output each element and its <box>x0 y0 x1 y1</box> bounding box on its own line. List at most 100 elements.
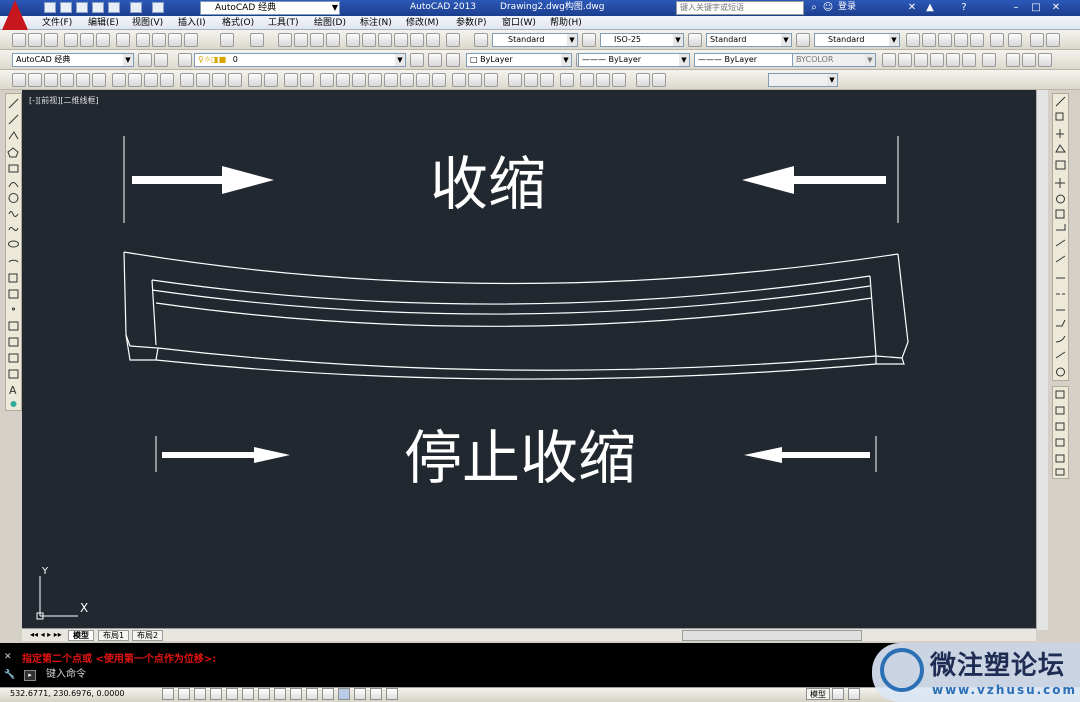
torus-icon[interactable] <box>962 53 976 67</box>
zoom-3d-icon[interactable] <box>1046 33 1060 47</box>
qnew-icon[interactable] <box>12 33 26 47</box>
visual-style-realistic-icon[interactable] <box>352 73 366 87</box>
sphere-solid-icon[interactable] <box>76 73 90 87</box>
flatshot-icon[interactable] <box>300 73 314 87</box>
mirror-icon[interactable] <box>1056 129 1064 138</box>
transparency-icon[interactable] <box>338 688 350 700</box>
print-icon[interactable] <box>108 2 120 13</box>
cylinder-solid-icon[interactable] <box>92 73 106 87</box>
copy-object-icon[interactable] <box>1055 112 1064 121</box>
environment-icon[interactable] <box>484 73 498 87</box>
object-snap-tracking-icon[interactable] <box>274 688 286 700</box>
tool-palettes-icon[interactable] <box>378 33 392 47</box>
send-under-icon[interactable] <box>1055 438 1065 447</box>
menu-window[interactable]: 窗口(W) <box>502 17 536 29</box>
spotlight-icon[interactable] <box>596 73 610 87</box>
ellipse-arc-icon[interactable] <box>8 259 19 263</box>
polysolid-icon[interactable] <box>12 73 26 87</box>
redo-toolbar-icon[interactable] <box>250 33 264 47</box>
selection-cycling-icon[interactable] <box>370 688 382 700</box>
view-top-icon[interactable] <box>906 33 920 47</box>
tab-layout2[interactable]: 布局2 <box>132 630 164 641</box>
arc-icon[interactable] <box>8 182 19 188</box>
explode-icon[interactable] <box>1056 367 1065 377</box>
render-window-icon[interactable] <box>636 73 650 87</box>
rectangle-icon[interactable] <box>8 164 19 173</box>
command-settings-icon[interactable]: 🔧 <box>4 670 15 680</box>
plotstyle-select[interactable]: BYCOLOR ▼ <box>792 53 876 67</box>
block-editor-icon[interactable] <box>184 33 198 47</box>
align-3d-icon[interactable] <box>1038 53 1052 67</box>
layer-previous-icon[interactable] <box>428 53 442 67</box>
subtract-icon[interactable] <box>196 73 210 87</box>
sun-icon[interactable] <box>468 73 482 87</box>
calculator-icon[interactable] <box>426 33 440 47</box>
maximize-icon[interactable]: □ <box>1030 2 1042 14</box>
text-front-icon[interactable] <box>1055 454 1065 463</box>
hatch-back-icon[interactable] <box>1055 468 1065 476</box>
command-close-icon[interactable]: ✕ <box>4 652 12 662</box>
stretch-icon[interactable] <box>1056 224 1066 231</box>
coordinates-readout[interactable]: 532.6771, 230.6976, 0.0000 <box>10 689 125 698</box>
viewport-controls[interactable]: [-][前视][二维线框] <box>29 95 99 106</box>
box-icon[interactable] <box>898 53 912 67</box>
chamfer-icon[interactable] <box>1056 319 1066 327</box>
menu-parametric[interactable]: 参数(P) <box>456 17 486 29</box>
paste-icon[interactable] <box>152 33 166 47</box>
zoom-window-icon[interactable] <box>310 33 324 47</box>
table-style-icon[interactable] <box>688 33 702 47</box>
table-icon[interactable] <box>8 369 19 379</box>
distant-light-icon[interactable] <box>612 73 626 87</box>
trim-icon[interactable] <box>1055 239 1066 247</box>
visual-style-conceptual-icon[interactable] <box>368 73 382 87</box>
bring-front-icon[interactable] <box>1055 390 1065 399</box>
spline-icon[interactable] <box>8 226 19 232</box>
mleader-style-select[interactable]: Standard ▼ <box>814 33 900 47</box>
text-style-select[interactable]: Standard ▼ <box>492 33 578 47</box>
minimize-icon[interactable]: – <box>1010 2 1022 14</box>
open-file-icon[interactable] <box>28 33 42 47</box>
menu-tools[interactable]: 工具(T) <box>268 17 299 29</box>
make-current-layer-icon[interactable] <box>410 53 424 67</box>
menu-modify[interactable]: 修改(M) <box>406 17 439 29</box>
visual-style-hidden-icon[interactable] <box>336 73 350 87</box>
blend-icon[interactable] <box>1055 351 1066 359</box>
markup-icon[interactable] <box>410 33 424 47</box>
layer-select[interactable]: ♀☼◨■ 0 ▼ <box>194 53 406 67</box>
model-space-button[interactable]: 模型 <box>806 688 830 700</box>
vertical-scrollbar[interactable] <box>1036 90 1048 630</box>
revcloud-icon[interactable] <box>8 211 19 217</box>
fillet-edge-icon[interactable] <box>248 73 262 87</box>
erase-icon[interactable] <box>1055 96 1066 107</box>
undo-icon[interactable] <box>130 2 142 13</box>
pan-3d-icon[interactable] <box>1030 33 1044 47</box>
copy-icon[interactable] <box>136 33 150 47</box>
menu-format[interactable]: 格式(O) <box>222 17 254 29</box>
zoom-previous-icon[interactable] <box>326 33 340 47</box>
menu-file[interactable]: 文件(F) <box>42 17 72 29</box>
extrude-icon[interactable] <box>982 53 996 67</box>
saveas-icon[interactable] <box>92 2 104 13</box>
polygon-icon[interactable] <box>7 147 19 158</box>
properties-icon[interactable] <box>346 33 360 47</box>
infer-constraints-icon[interactable] <box>162 688 174 700</box>
preview-icon[interactable] <box>80 33 94 47</box>
undo-toolbar-icon[interactable] <box>220 33 234 47</box>
wedge-icon[interactable] <box>28 73 42 87</box>
quick-view-drawings-icon[interactable] <box>848 688 860 700</box>
save-file-icon[interactable] <box>44 33 58 47</box>
open-icon[interactable] <box>60 2 72 13</box>
workspace-selector[interactable]: AutoCAD 经典 ▼ <box>200 1 340 15</box>
construction-line-icon[interactable] <box>8 114 19 125</box>
table-style-select[interactable]: Standard ▼ <box>706 33 792 47</box>
mleader-style-icon[interactable] <box>796 33 810 47</box>
search-input[interactable]: 键入关键字或短语 <box>676 1 804 15</box>
menu-view[interactable]: 视图(V) <box>132 17 163 29</box>
quick-view-layouts-icon[interactable] <box>832 688 844 700</box>
array-icon[interactable] <box>1055 160 1066 170</box>
user-icon[interactable]: ☺ <box>822 2 834 14</box>
menu-insert[interactable]: 插入(I) <box>178 17 206 29</box>
model-3d-icon[interactable] <box>882 53 896 67</box>
insert-block-icon[interactable] <box>8 273 18 283</box>
polyline-icon[interactable] <box>8 131 19 140</box>
